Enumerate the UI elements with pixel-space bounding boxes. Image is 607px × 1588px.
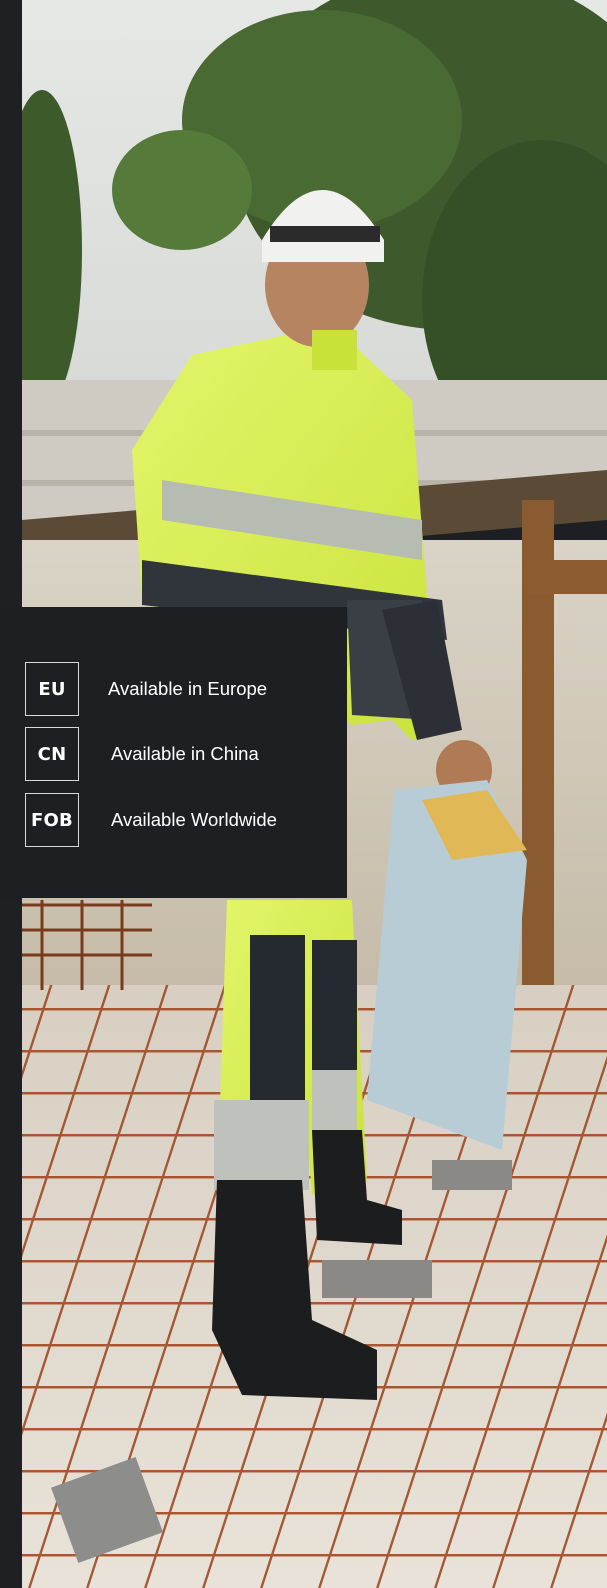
region-label: Available in China (111, 743, 259, 764)
region-code-badge: FOB (25, 793, 79, 847)
page: EU Available in Europe CN Available in C… (0, 0, 607, 1588)
region-code-badge: CN (25, 727, 79, 781)
region-label: Available in Europe (108, 678, 268, 699)
availability-row-eu: EU Available in Europe (25, 662, 267, 716)
region-code-badge: EU (25, 662, 79, 716)
availability-row-cn: CN Available in China (25, 727, 259, 781)
availability-panel: EU Available in Europe CN Available in C… (0, 607, 347, 898)
region-label: Available Worldwide (111, 809, 277, 830)
availability-row-fob: FOB Available Worldwide (25, 793, 277, 847)
